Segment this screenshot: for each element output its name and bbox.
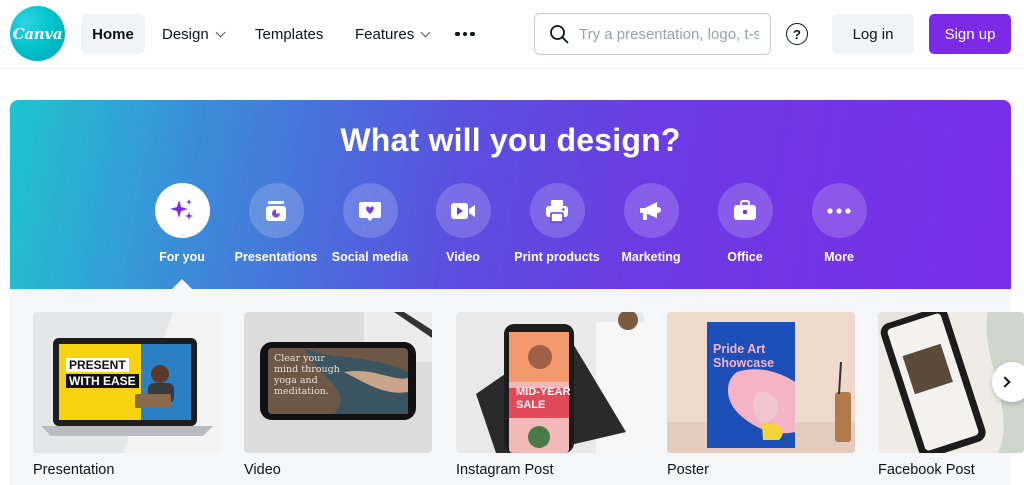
card-thumbnail: Pride Art Showcase: [667, 312, 855, 453]
search-box[interactable]: [534, 13, 771, 55]
nav-templates[interactable]: Templates: [255, 14, 323, 54]
video-camera-icon: [435, 183, 491, 238]
more-dots-icon: [811, 183, 867, 238]
thumb-line: Showcase: [713, 356, 775, 370]
card-label: Poster: [667, 462, 709, 478]
active-category-pointer: [172, 279, 192, 289]
search-icon: [550, 25, 569, 44]
chevron-down-icon: [420, 27, 431, 37]
more-horizontal-icon: [455, 31, 475, 37]
card-label: Presentation: [33, 462, 115, 478]
login-button[interactable]: Log in: [832, 14, 914, 54]
category-label: Video: [446, 250, 480, 264]
top-navbar: Canva Home Design Templates Features ? L…: [0, 0, 1024, 68]
signup-button[interactable]: Sign up: [929, 14, 1011, 54]
canva-logo[interactable]: Canva: [10, 6, 65, 61]
thumb-line: SALE: [516, 399, 546, 411]
megaphone-icon: [623, 183, 679, 238]
category-more[interactable]: More: [784, 183, 894, 264]
card-label: Facebook Post: [878, 462, 975, 478]
help-icon[interactable]: ?: [786, 23, 808, 45]
thumb-line: Clear your: [274, 353, 325, 364]
chevron-down-icon: [215, 27, 226, 37]
search-input[interactable]: [579, 25, 759, 43]
category-label: Social media: [331, 250, 409, 264]
card-poster[interactable]: Pride Art Showcase Poster: [667, 312, 855, 478]
thumb-line: Pride Art: [713, 342, 766, 356]
card-label: Instagram Post: [456, 462, 554, 478]
category-label: More: [824, 250, 854, 264]
category-label: Office: [727, 250, 763, 264]
nav-features-label: Features: [355, 25, 415, 43]
category-label: For you: [159, 250, 205, 264]
nav-home[interactable]: Home: [81, 14, 145, 54]
card-thumb-text: PRESENT: [66, 358, 129, 372]
card-instagram-post[interactable]: MID-YEAR SALE Instagram Post: [456, 312, 644, 478]
printer-icon: [529, 183, 585, 238]
card-thumb-text: MID-YEAR SALE: [516, 386, 570, 412]
sparkle-icon: [154, 183, 210, 238]
briefcase-icon: [717, 183, 773, 238]
chevron-right-icon: [999, 376, 1011, 388]
nav-home-label: Home: [92, 25, 134, 43]
nav-templates-label: Templates: [255, 25, 324, 43]
presentation-icon: [248, 183, 304, 238]
logo-text: Canva: [12, 24, 63, 43]
nav-design-label: Design: [162, 25, 209, 43]
thumb-line: meditation.: [274, 386, 329, 397]
nav-more-button[interactable]: [455, 14, 475, 54]
card-presentation[interactable]: PRESENT WITH EASE Presentation: [33, 312, 221, 478]
category-label: Marketing: [621, 250, 681, 264]
nav-features[interactable]: Features: [355, 14, 431, 54]
hero-title: What will you design?: [340, 122, 681, 158]
card-thumbnail: Clear your mind through yoga and meditat…: [244, 312, 432, 453]
card-label: Video: [244, 462, 281, 478]
thumb-line: MID-YEAR: [516, 386, 571, 398]
thumb-line: yoga and: [274, 375, 318, 386]
category-label: Print products: [514, 250, 600, 264]
carousel-next-button[interactable]: [992, 362, 1024, 402]
nav-design[interactable]: Design: [162, 14, 226, 54]
card-thumbnail: PRESENT WITH EASE: [33, 312, 221, 453]
card-thumbnail: MID-YEAR SALE: [456, 312, 644, 453]
category-label: Presentations: [234, 250, 318, 264]
card-thumb-text: Pride Art Showcase: [713, 342, 774, 370]
card-thumb-text: Clear your mind through yoga and meditat…: [274, 353, 340, 397]
help-label: ?: [793, 26, 801, 42]
thumb-line: mind through: [274, 364, 340, 375]
card-video[interactable]: Clear your mind through yoga and meditat…: [244, 312, 432, 478]
heart-chat-icon: [342, 183, 398, 238]
card-thumb-text: WITH EASE: [66, 374, 139, 388]
